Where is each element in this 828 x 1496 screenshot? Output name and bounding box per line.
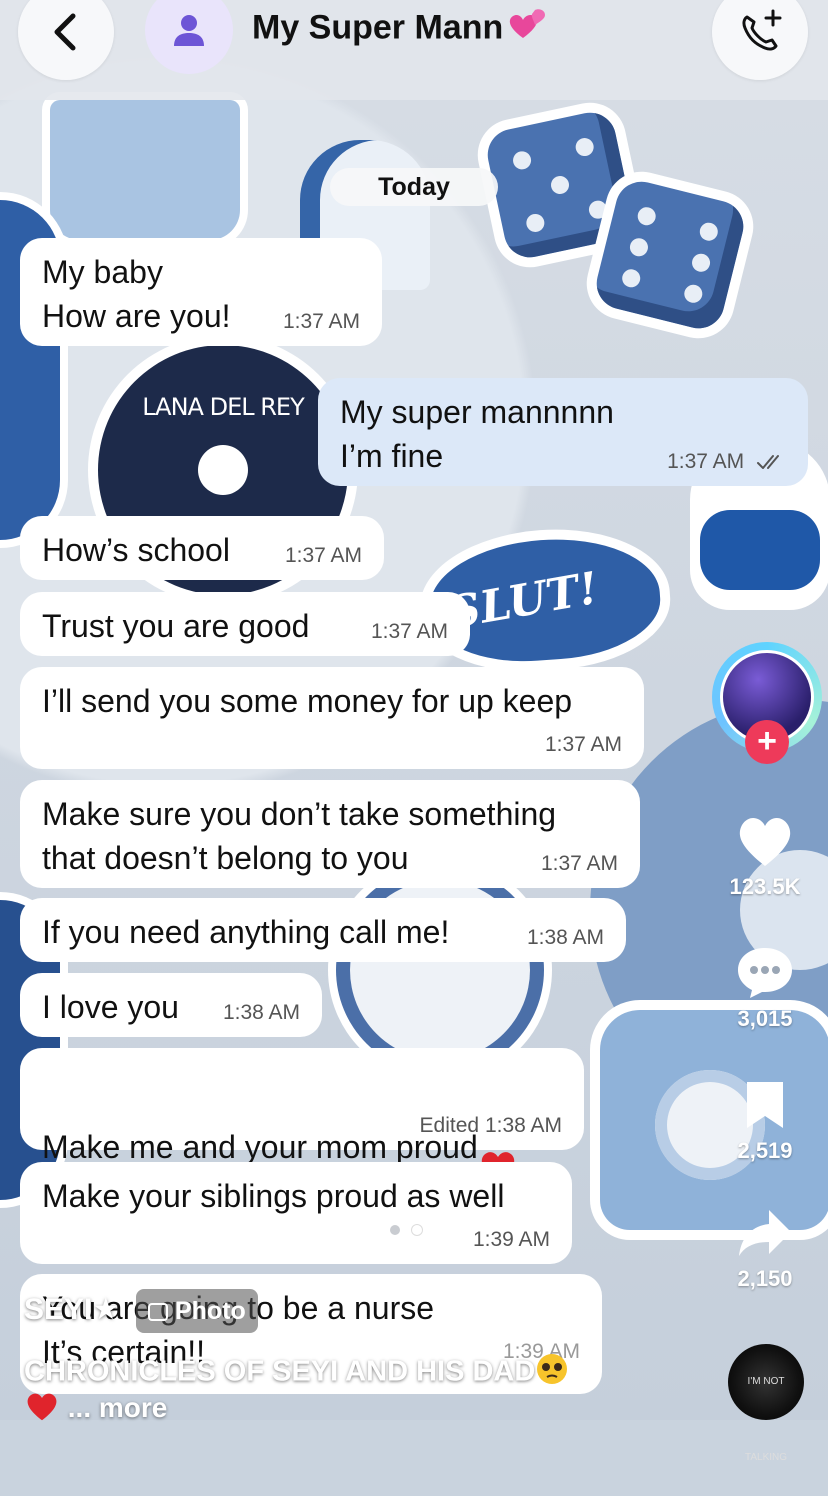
share-button[interactable]: 2,150	[700, 1206, 828, 1292]
save-count: 2,519	[737, 1138, 793, 1163]
message-time: 1:37 AM	[544, 733, 622, 756]
comment-button[interactable]: 3,015	[700, 944, 828, 1032]
heart-sparkle-icon	[505, 8, 547, 51]
message-time-with-status: 1:37 AM	[667, 450, 786, 474]
edited-label: Edited	[419, 1114, 480, 1137]
like-count: 123.5K	[729, 874, 801, 899]
red-heart-icon	[24, 1390, 60, 1429]
author-name[interactable]: SEYI★	[24, 1292, 119, 1327]
chat-title[interactable]: My Super Mann	[252, 8, 547, 51]
more-link[interactable]: ... more	[68, 1392, 168, 1423]
heart-icon	[739, 817, 791, 866]
like-button[interactable]: 123.5K	[700, 812, 828, 900]
comment-icon	[738, 948, 792, 998]
message-time: 1:37 AM	[540, 852, 618, 875]
share-count: 2,150	[737, 1266, 793, 1291]
message-bubble-incoming[interactable]: I love you 1:38 AM	[20, 973, 322, 1037]
message-bubble-incoming[interactable]: Trust you are good 1:37 AM	[20, 592, 470, 656]
share-arrow-icon	[739, 1210, 791, 1256]
caption-more[interactable]: ... more	[24, 1390, 167, 1429]
add-call-button[interactable]	[712, 0, 808, 80]
message-bubble-incoming[interactable]: How’s school 1:37 AM	[20, 516, 384, 580]
bookmark-icon	[747, 1082, 783, 1128]
message-time: 1:37 AM	[370, 620, 448, 643]
back-button[interactable]	[18, 0, 114, 80]
message-time: 1:38 AM	[222, 1001, 300, 1024]
message-time: 1:37 AM	[284, 544, 362, 567]
message-time-with-edited: Edited 1:38 AM	[420, 1114, 562, 1138]
message-text: Make your siblings proud as well	[42, 1178, 505, 1214]
message-text: Make me and your mom proud	[42, 1128, 478, 1165]
message-text: I’ll send you some money for up keep	[42, 683, 573, 719]
message-time: 1:38 AM	[526, 926, 604, 949]
chat-header: My Super Mann	[0, 0, 828, 100]
comment-count: 3,015	[737, 1006, 793, 1031]
person-icon	[174, 15, 204, 46]
message-bubble-incoming[interactable]: Make sure you don’t take something that …	[20, 780, 640, 888]
record-label: LANA DEL REY	[142, 393, 304, 421]
message-time: 1:37 AM	[282, 310, 360, 333]
music-disc[interactable]: I'M NOT TALKING	[728, 1344, 804, 1463]
carousel-sticker	[50, 100, 240, 240]
message-time: 1:37 AM	[667, 450, 745, 473]
caption-text[interactable]: CHRONICLES OF SEYI AND HIS DAD	[24, 1352, 569, 1394]
phone-plus-icon	[742, 9, 782, 51]
message-time: 1:38 AM	[484, 1114, 562, 1137]
message-text: If you need anything call me!	[42, 914, 450, 950]
follow-plus-icon[interactable]: +	[745, 720, 789, 764]
message-bubble-incoming[interactable]: I’ll send you some money for up keep 1:3…	[20, 667, 644, 769]
double-check-icon	[757, 455, 779, 470]
photo-mode-chip: Photo	[136, 1289, 258, 1333]
message-bubble-incoming[interactable]: My baby How are you! 1:37 AM	[20, 238, 382, 346]
pleading-face-icon	[535, 1352, 569, 1394]
message-bubble-outgoing[interactable]: My super mannnnn I’m fine 1:37 AM	[318, 378, 808, 486]
photo-label: Photo	[174, 1297, 246, 1325]
caption-title: CHRONICLES OF SEYI AND HIS DAD	[24, 1355, 536, 1388]
message-bubble-incoming[interactable]: Make me and your mom proud Edited 1:38 A…	[20, 1048, 584, 1182]
message-text: Make sure you don’t take something that …	[42, 796, 557, 876]
chevron-left-icon	[54, 13, 76, 51]
pagination-dots	[390, 1202, 434, 1246]
photo-icon	[148, 1303, 168, 1321]
date-separator: Today	[330, 168, 498, 206]
contact-avatar[interactable]	[145, 0, 233, 74]
message-time: 1:39 AM	[472, 1228, 550, 1251]
message-bubble-incoming[interactable]: If you need anything call me! 1:38 AM	[20, 898, 626, 962]
contact-name: My Super Mann	[252, 8, 504, 47]
save-button[interactable]: 2,519	[700, 1078, 828, 1164]
message-bubble-incoming[interactable]: Make your siblings proud as well 1:39 AM	[20, 1162, 572, 1264]
